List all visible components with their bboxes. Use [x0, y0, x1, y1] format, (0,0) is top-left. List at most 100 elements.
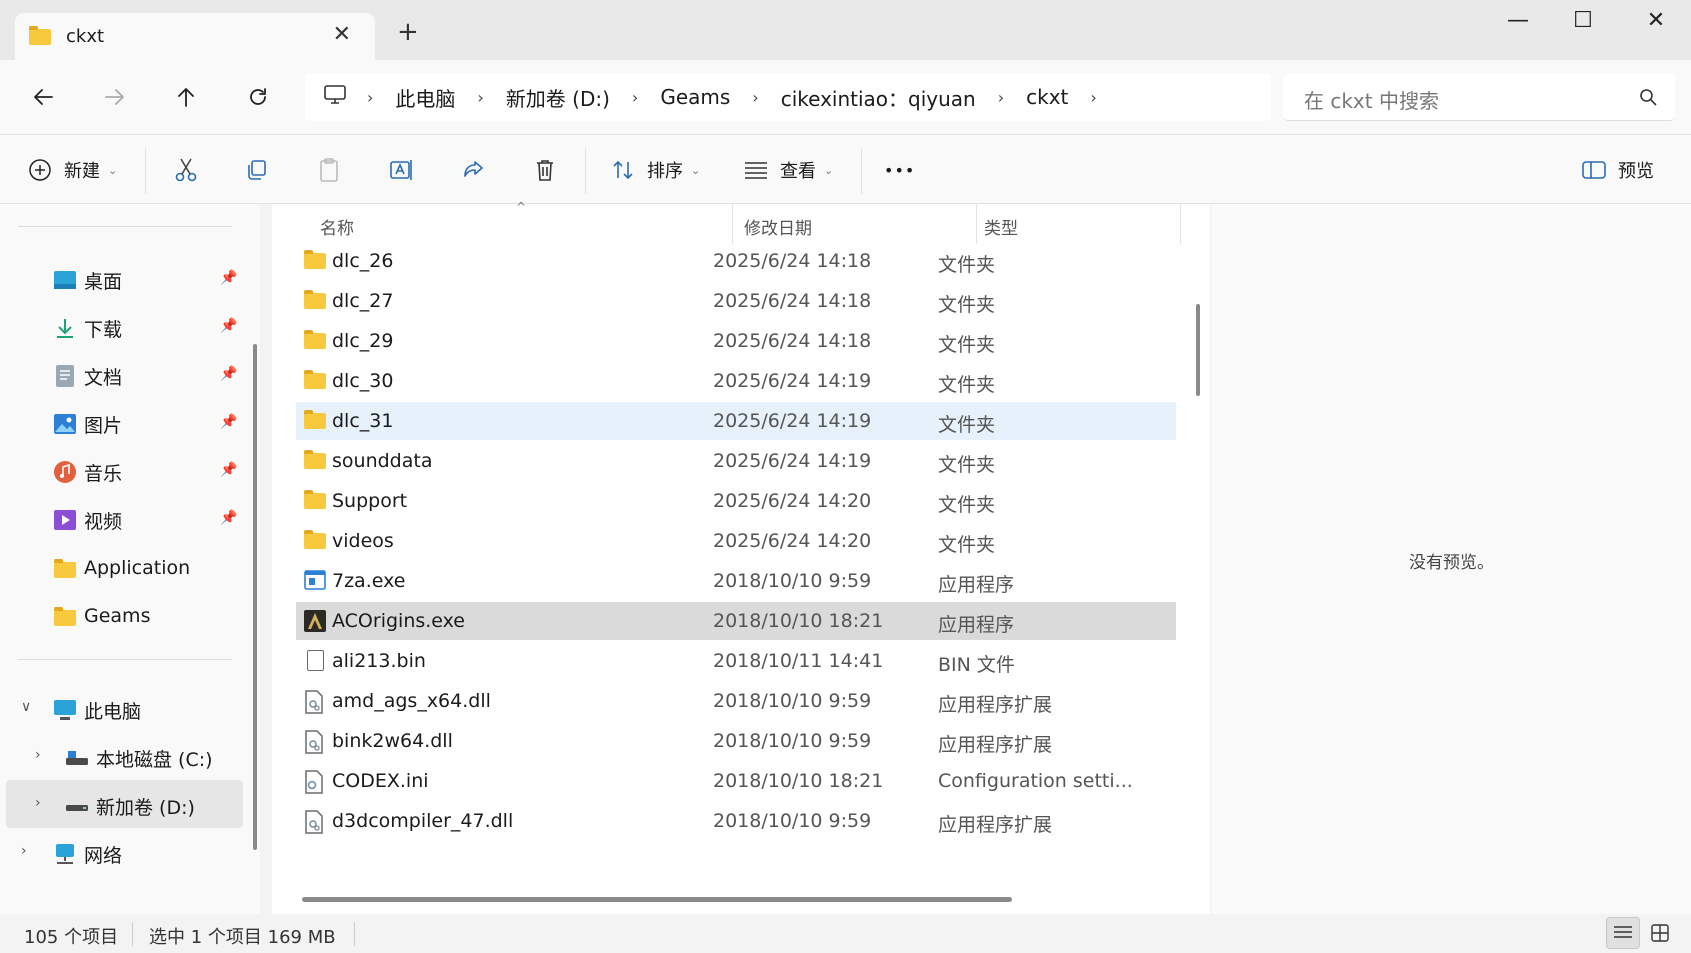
column-header-date[interactable]: 修改日期 — [744, 214, 812, 239]
chevron-down-icon[interactable]: ∨ — [21, 699, 31, 715]
preview-pane-button[interactable]: 预览 — [1582, 155, 1654, 185]
back-button[interactable] — [25, 79, 61, 115]
nav-item-music[interactable]: 音乐 — [52, 450, 122, 494]
nav-item-geams[interactable]: Geams — [52, 594, 150, 638]
nav-item-documents[interactable]: 文档 — [52, 354, 122, 398]
new-tab-button[interactable]: + — [397, 17, 419, 47]
sort-button[interactable]: 排序 ⌄ — [611, 155, 700, 185]
file-row[interactable]: dlc_27 2025/6/24 14:18 文件夹 — [296, 282, 1176, 320]
new-button[interactable]: 新建 ⌄ — [28, 155, 117, 185]
folder-icon — [304, 530, 328, 552]
nav-item-pictures[interactable]: 图片 — [52, 402, 122, 446]
search-box[interactable]: 在 ckxt 中搜索 — [1283, 73, 1675, 121]
pin-icon[interactable]: 📌 — [220, 414, 237, 430]
chevron-right-icon[interactable]: › — [477, 88, 483, 107]
download-icon — [52, 315, 78, 341]
file-row[interactable]: amd_ags_x64.dll 2018/10/10 9:59 应用程序扩展 — [296, 682, 1176, 720]
nav-item-application[interactable]: Application — [52, 546, 190, 590]
pin-icon[interactable]: 📌 — [220, 318, 237, 334]
refresh-button[interactable] — [240, 79, 276, 115]
more-button[interactable]: ••• — [884, 155, 915, 185]
cut-button[interactable] — [174, 155, 198, 185]
file-row[interactable]: sounddata 2025/6/24 14:19 文件夹 — [296, 442, 1176, 480]
file-row[interactable]: CODEX.ini 2018/10/10 18:21 Configuration s… — [296, 762, 1176, 800]
breadcrumb-ckxt[interactable]: ckxt — [1026, 85, 1068, 109]
file-row[interactable]: videos 2025/6/24 14:20 文件夹 — [296, 522, 1176, 560]
nav-item-label: Application — [84, 557, 191, 579]
file-name: videos — [332, 530, 394, 552]
sort-ascending-icon: ^ — [516, 200, 527, 214]
pin-icon[interactable]: 📌 — [220, 462, 237, 478]
chevron-right-icon[interactable]: › — [1090, 88, 1096, 107]
breadcrumb[interactable]: › 此电脑 › 新加卷 (D:) › Geams › cikexintiao：q… — [305, 73, 1271, 121]
breadcrumb-drive-d[interactable]: 新加卷 (D:) — [506, 83, 610, 112]
back-arrow-icon — [34, 89, 53, 105]
file-row[interactable]: bink2w64.dll 2018/10/10 9:59 应用程序扩展 — [296, 722, 1176, 760]
nav-item-desktop[interactable]: 桌面 — [52, 258, 122, 302]
chevron-down-icon: ⌄ — [108, 163, 118, 177]
chevron-right-icon[interactable]: › — [35, 747, 41, 763]
chevron-right-icon[interactable]: › — [998, 88, 1004, 107]
nav-item-downloads[interactable]: 下载 — [52, 306, 122, 350]
file-type: 文件夹 — [938, 414, 996, 436]
maximize-button[interactable]: ☐ — [1553, 8, 1613, 33]
column-header-type[interactable]: 类型 — [984, 214, 1018, 239]
chevron-right-icon[interactable]: › — [21, 843, 27, 859]
network-icon — [52, 841, 78, 867]
view-button[interactable]: 查看 ⌄ — [744, 155, 833, 185]
computer-icon[interactable] — [323, 84, 347, 110]
file-row[interactable]: d3dcompiler_47.dll 2018/10/10 9:59 应用程序扩展 — [296, 802, 1176, 840]
file-modified-date: 2018/10/10 18:21 — [713, 770, 884, 792]
file-type: 应用程序扩展 — [938, 814, 1053, 836]
chevron-right-icon[interactable]: › — [752, 88, 758, 107]
file-row[interactable]: ACOrigins.exe 2018/10/10 18:21 应用程序 — [296, 602, 1176, 640]
file-row[interactable]: dlc_30 2025/6/24 14:19 文件夹 — [296, 362, 1176, 400]
file-name: ali213.bin — [332, 650, 426, 672]
copy-button[interactable] — [245, 155, 269, 185]
nav-item-drive-c[interactable]: 本地磁盘 (C:) — [64, 736, 213, 780]
column-header-name[interactable]: 名称 — [320, 214, 354, 239]
paste-button[interactable] — [317, 155, 341, 185]
close-window-button[interactable]: ✕ — [1626, 8, 1686, 33]
tab-ckxt[interactable]: ckxt ✕ — [15, 13, 375, 60]
file-modified-date: 2025/6/24 14:19 — [713, 450, 872, 472]
minimize-button[interactable]: — — [1488, 8, 1548, 33]
nav-scrollbar[interactable] — [253, 344, 257, 850]
forward-button[interactable] — [97, 79, 133, 115]
chevron-right-icon[interactable]: › — [632, 88, 638, 107]
nav-item-label: 网络 — [84, 844, 123, 867]
horizontal-scrollbar[interactable] — [302, 897, 1012, 902]
file-modified-date: 2018/10/10 18:21 — [713, 610, 884, 632]
file-row[interactable]: dlc_26 2025/6/24 14:18 文件夹 — [296, 242, 1176, 280]
nav-item-label: 图片 — [84, 414, 123, 437]
preview-pane-icon — [1582, 161, 1606, 179]
pin-icon[interactable]: 📌 — [220, 510, 237, 526]
breadcrumb-this-pc[interactable]: 此电脑 — [395, 83, 455, 112]
up-button[interactable] — [168, 79, 204, 115]
nav-item-drive-d[interactable]: 新加卷 (D:) — [64, 784, 195, 828]
rename-button[interactable] — [389, 155, 415, 185]
file-row[interactable]: ali213.bin 2018/10/11 14:41 BIN 文件 — [296, 642, 1176, 680]
pin-icon[interactable]: 📌 — [220, 366, 237, 382]
close-tab-button[interactable]: ✕ — [333, 22, 351, 47]
chevron-right-icon[interactable]: › — [35, 795, 41, 811]
chevron-right-icon[interactable]: › — [367, 88, 373, 107]
nav-item-network[interactable]: 网络 — [52, 832, 122, 876]
nav-item-this-pc[interactable]: 此电脑 — [52, 688, 141, 732]
breadcrumb-geams[interactable]: Geams — [660, 85, 730, 109]
pin-icon[interactable]: 📌 — [220, 270, 237, 286]
file-row[interactable]: dlc_29 2025/6/24 14:18 文件夹 — [296, 322, 1176, 360]
file-modified-date: 2025/6/24 14:18 — [713, 330, 872, 352]
vertical-scrollbar[interactable] — [1196, 304, 1200, 396]
file-row[interactable]: dlc_31 2025/6/24 14:19 文件夹 — [296, 402, 1176, 440]
details-view-button[interactable] — [1606, 917, 1640, 949]
file-row[interactable]: 7za.exe 2018/10/10 9:59 应用程序 — [296, 562, 1176, 600]
new-label: 新建 — [64, 161, 100, 182]
tiles-view-button[interactable] — [1643, 917, 1677, 949]
breadcrumb-cikexintiao[interactable]: cikexintiao：qiyuan — [781, 83, 976, 112]
delete-button[interactable] — [534, 155, 556, 185]
file-row[interactable]: Support 2025/6/24 14:20 文件夹 — [296, 482, 1176, 520]
nav-item-videos[interactable]: 视频 — [52, 498, 122, 542]
file-modified-date: 2018/10/10 9:59 — [713, 730, 872, 752]
share-button[interactable] — [461, 155, 485, 185]
